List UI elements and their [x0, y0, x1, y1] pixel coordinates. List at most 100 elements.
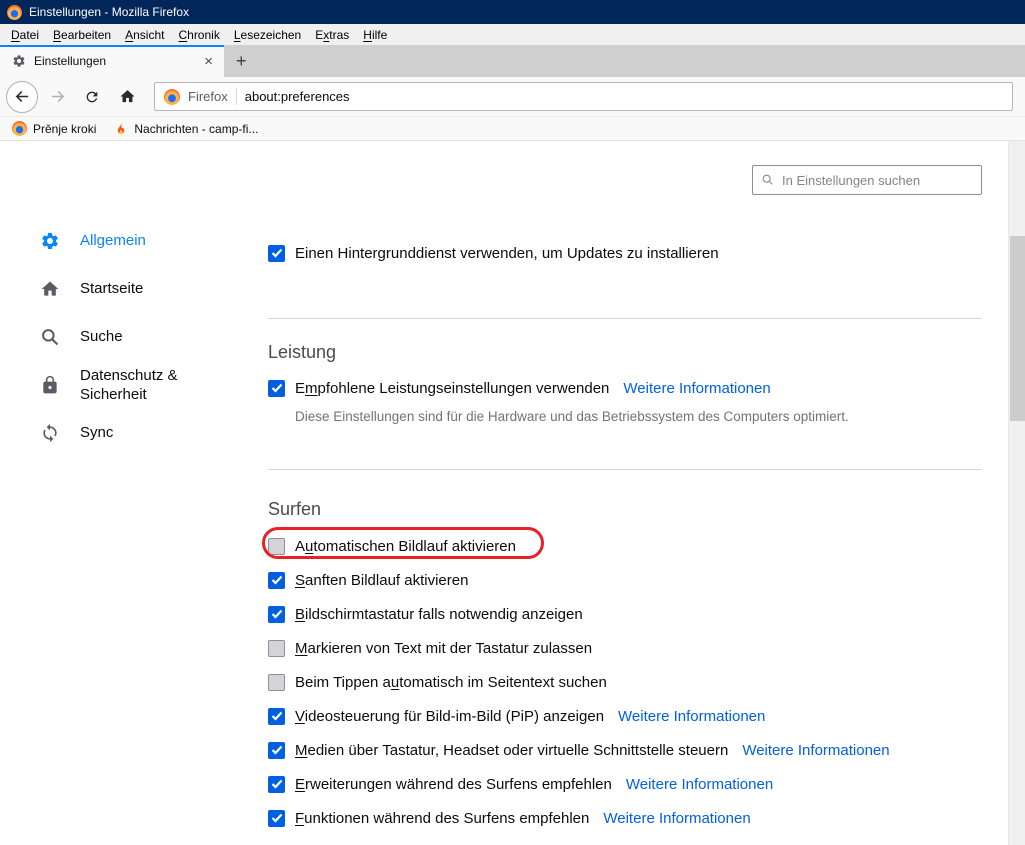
checkbox[interactable]	[268, 776, 285, 793]
check-icon	[271, 745, 283, 755]
checkbox[interactable]	[268, 640, 285, 657]
learn-more-link[interactable]: Weitere Informationen	[603, 810, 750, 827]
checkbox-label[interactable]: Medien über Tastatur, Headset oder virtu…	[295, 742, 728, 759]
bookmark-label: Prěnje kroki	[33, 122, 96, 136]
settings-main-pane: Einen Hintergrunddienst verwenden, um Up…	[268, 141, 982, 842]
forward-button[interactable]	[41, 81, 73, 113]
tab-einstellungen[interactable]: Einstellungen ×	[0, 45, 224, 77]
back-arrow-icon	[14, 88, 31, 105]
flame-icon	[114, 122, 128, 136]
firefox-icon	[7, 5, 22, 20]
sidebar-item-label: Datenschutz & Sicherheit	[80, 366, 202, 405]
menu-hilfe[interactable]: Hilfe	[356, 26, 394, 44]
bookmark-nachrichten[interactable]: Nachrichten - camp-fi...	[109, 120, 263, 138]
sidebar-item-suche[interactable]: Suche	[40, 313, 240, 361]
checkbox-row: Sanften Bildlauf aktivieren	[268, 570, 982, 590]
preferences-page: Allgemein Startseite Suche Datenschutz &…	[0, 141, 1025, 845]
checkbox[interactable]	[268, 674, 285, 691]
checkbox-row-performance: Empfohlene Leistungseinstellungen verwen…	[268, 378, 982, 398]
check-icon	[271, 248, 283, 258]
scrollbar-thumb[interactable]	[1010, 236, 1025, 421]
checkbox[interactable]	[268, 380, 285, 397]
checkbox[interactable]	[268, 742, 285, 759]
sync-icon	[40, 423, 60, 443]
checkbox-row: Funktionen während des Surfens empfehlen…	[268, 808, 982, 828]
bookmark-label: Nachrichten - camp-fi...	[134, 122, 258, 136]
home-icon	[40, 279, 60, 299]
sidebar-item-sync[interactable]: Sync	[40, 409, 240, 457]
checkbox-label[interactable]: Markieren von Text mit der Tastatur zula…	[295, 640, 592, 657]
checkbox-label[interactable]: Sanften Bildlauf aktivieren	[295, 572, 468, 589]
sidebar-item-allgemein[interactable]: Allgemein	[40, 217, 240, 265]
checkbox-label[interactable]: Bildschirmtastatur falls notwendig anzei…	[295, 606, 583, 623]
checkbox[interactable]	[268, 245, 285, 262]
window-title: Einstellungen - Mozilla Firefox	[29, 5, 189, 19]
section-heading-surfen: Surfen	[268, 498, 982, 520]
performance-description: Diese Einstellungen sind für die Hardwar…	[295, 409, 982, 424]
sidebar-item-label: Startseite	[80, 279, 143, 299]
menu-datei[interactable]: Datei	[4, 26, 46, 44]
checkbox-row-updates: Einen Hintergrunddienst verwenden, um Up…	[268, 243, 982, 263]
forward-arrow-icon	[49, 88, 66, 105]
checkbox-row-autoscroll: Automatischen Bildlauf aktivieren	[268, 536, 982, 556]
bookmark-prenje-kroki[interactable]: Prěnje kroki	[7, 119, 101, 138]
lock-icon	[40, 375, 60, 395]
section-divider	[268, 318, 982, 319]
sidebar-item-label: Sync	[80, 423, 113, 443]
home-icon	[119, 88, 136, 105]
check-icon	[271, 575, 283, 585]
search-icon	[40, 327, 60, 347]
checkbox[interactable]	[268, 606, 285, 623]
checkbox-label[interactable]: Einen Hintergrunddienst verwenden, um Up…	[295, 245, 719, 262]
reload-button[interactable]	[76, 81, 108, 113]
sidebar-item-datenschutz[interactable]: Datenschutz & Sicherheit	[40, 361, 240, 409]
sidebar-item-label: Allgemein	[80, 231, 146, 251]
checkbox-label[interactable]: Automatischen Bildlauf aktivieren	[295, 538, 516, 555]
checkbox-label[interactable]: Empfohlene Leistungseinstellungen verwen…	[295, 380, 609, 397]
tab-title: Einstellungen	[34, 54, 193, 68]
checkbox[interactable]	[268, 572, 285, 589]
menu-chronik[interactable]: Chronik	[171, 26, 226, 44]
checkbox-row: Medien über Tastatur, Headset oder virtu…	[268, 740, 982, 760]
learn-more-link[interactable]: Weitere Informationen	[626, 776, 773, 793]
back-button[interactable]	[6, 81, 38, 113]
reload-icon	[84, 89, 100, 105]
browsing-options: Automatischen Bildlauf aktivieren Sanfte…	[268, 536, 982, 828]
checkbox[interactable]	[268, 538, 285, 555]
menu-extras[interactable]: Extras	[308, 26, 356, 44]
menu-lesezeichen[interactable]: Lesezeichen	[227, 26, 308, 44]
firefox-logo-icon	[164, 89, 180, 105]
sidebar-item-startseite[interactable]: Startseite	[40, 265, 240, 313]
learn-more-link[interactable]: Weitere Informationen	[742, 742, 889, 759]
learn-more-link[interactable]: Weitere Informationen	[618, 708, 765, 725]
checkbox-label[interactable]: Funktionen während des Surfens empfehlen	[295, 810, 589, 827]
tab-close-icon[interactable]: ×	[201, 54, 216, 69]
checkbox-row: Erweiterungen während des Surfens empfeh…	[268, 774, 982, 794]
check-icon	[271, 779, 283, 789]
urlbar-site-label: Firefox	[188, 89, 228, 104]
url-bar[interactable]: Firefox about:preferences	[154, 82, 1013, 111]
checkbox-row: Bildschirmtastatur falls notwendig anzei…	[268, 604, 982, 624]
checkbox[interactable]	[268, 810, 285, 827]
navigation-toolbar: Firefox about:preferences	[0, 77, 1025, 116]
checkbox-row: Beim Tippen automatisch im Seitentext su…	[268, 672, 982, 692]
window-titlebar: Einstellungen - Mozilla Firefox	[0, 0, 1025, 24]
menu-bearbeiten[interactable]: Bearbeiten	[46, 26, 118, 44]
checkbox[interactable]	[268, 708, 285, 725]
gear-icon	[40, 231, 60, 251]
menu-ansicht[interactable]: Ansicht	[118, 26, 171, 44]
learn-more-link[interactable]: Weitere Informationen	[623, 380, 770, 397]
tab-bar: Einstellungen × +	[0, 45, 1025, 77]
new-tab-button[interactable]: +	[224, 45, 259, 77]
settings-sidebar: Allgemein Startseite Suche Datenschutz &…	[40, 217, 240, 457]
checkbox-row: Videosteuerung für Bild-im-Bild (PiP) an…	[268, 706, 982, 726]
checkbox-label[interactable]: Erweiterungen während des Surfens empfeh…	[295, 776, 612, 793]
urlbar-separator	[236, 88, 237, 105]
firefox-favicon	[12, 121, 27, 136]
bookmarks-toolbar: Prěnje kroki Nachrichten - camp-fi...	[0, 116, 1025, 141]
checkbox-label[interactable]: Videosteuerung für Bild-im-Bild (PiP) an…	[295, 708, 604, 725]
home-button[interactable]	[111, 81, 143, 113]
page-scrollbar[interactable]	[1008, 141, 1025, 845]
checkbox-label[interactable]: Beim Tippen automatisch im Seitentext su…	[295, 674, 607, 691]
section-heading-leistung: Leistung	[268, 341, 982, 363]
